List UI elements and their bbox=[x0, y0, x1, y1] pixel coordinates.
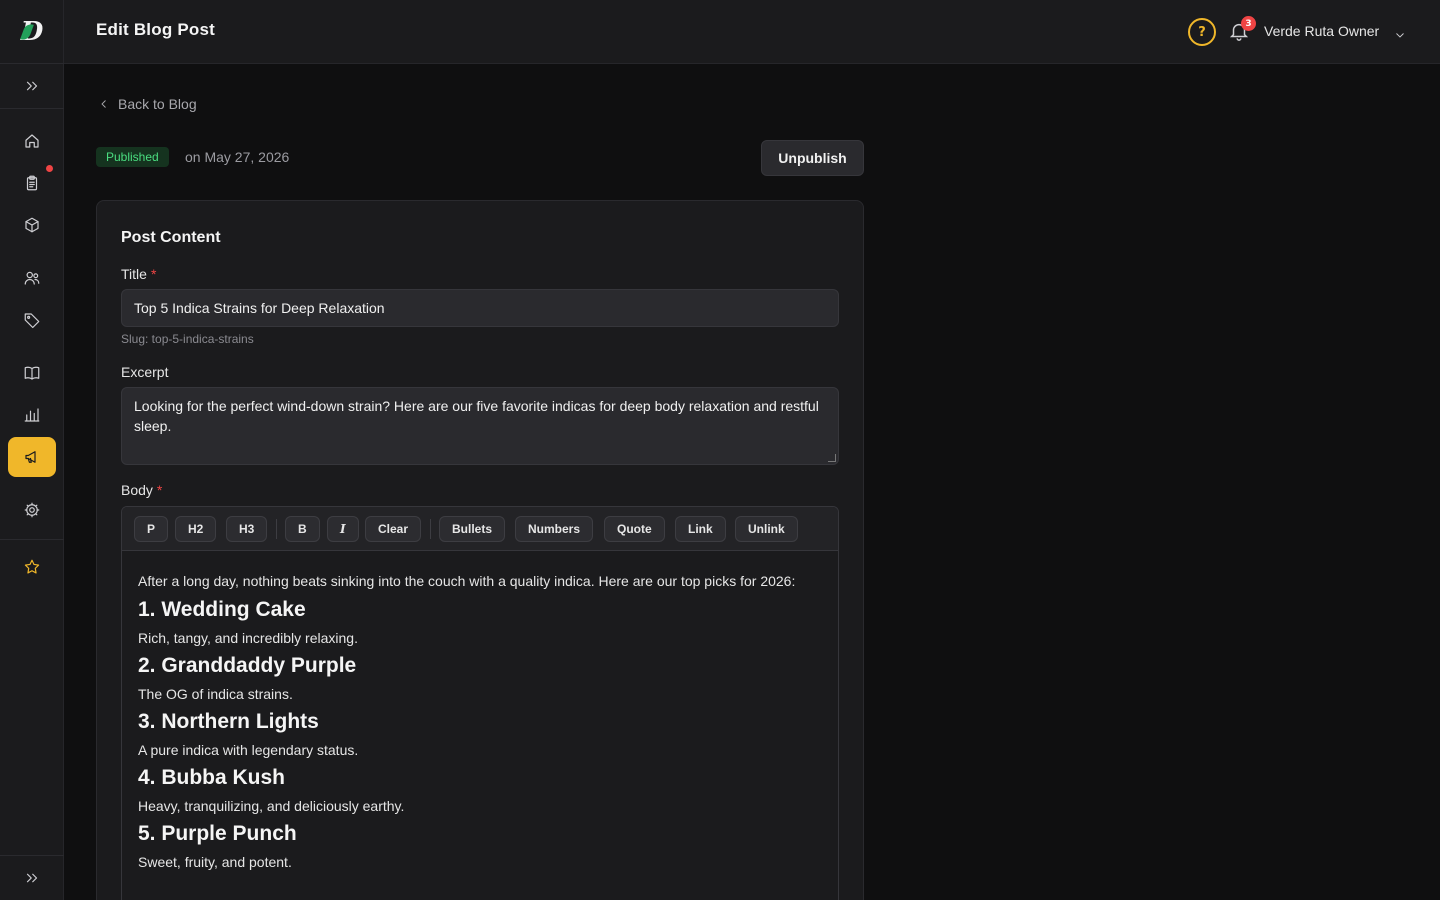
clipboard-icon bbox=[26, 175, 38, 191]
body-paragraph: Sweet, fruity, and potent. bbox=[138, 854, 292, 870]
body-paragraph: The OG of indica strains. bbox=[138, 686, 293, 702]
back-link-label: Back to Blog bbox=[118, 96, 197, 112]
chevrons-right-icon bbox=[26, 873, 38, 883]
body-heading: 2. Granddaddy Purple bbox=[138, 654, 357, 677]
toolbar-separator bbox=[430, 519, 431, 539]
heading2-button[interactable]: H2 bbox=[175, 516, 217, 542]
body-paragraph: A pure indica with legendary status. bbox=[138, 742, 359, 758]
collapse-sidebar-button[interactable] bbox=[8, 858, 56, 898]
notification-count-badge: 3 bbox=[1241, 16, 1256, 31]
back-to-blog-link[interactable]: Back to Blog bbox=[98, 96, 197, 112]
home-icon bbox=[25, 134, 39, 148]
required-marker: * bbox=[156, 482, 163, 498]
expand-sidebar-button[interactable] bbox=[8, 66, 56, 106]
editor-content[interactable]: After a long day, nothing beats sinking … bbox=[138, 567, 818, 875]
user-menu-name[interactable]: Verde Ruta Owner bbox=[1264, 23, 1379, 39]
clear-format-button[interactable]: Clear bbox=[365, 516, 422, 542]
sidebar-divider bbox=[0, 855, 64, 856]
users-icon bbox=[24, 271, 40, 285]
sidebar-item-settings[interactable] bbox=[8, 490, 56, 530]
excerpt-label: Excerpt bbox=[121, 364, 169, 380]
sidebar: D bbox=[0, 0, 64, 900]
body-label: Body * bbox=[121, 482, 162, 498]
sidebar-item-marketing[interactable] bbox=[8, 437, 56, 477]
sidebar-item-products[interactable] bbox=[8, 205, 56, 245]
body-heading: 3. Northern Lights bbox=[138, 710, 319, 733]
body-paragraph: Rich, tangy, and incredibly relaxing. bbox=[138, 630, 358, 646]
excerpt-textarea[interactable]: Looking for the perfect wind-down strain… bbox=[121, 387, 839, 465]
toolbar-separator bbox=[276, 519, 277, 539]
bullets-button[interactable]: Bullets bbox=[439, 516, 506, 542]
sidebar-item-home[interactable] bbox=[8, 121, 56, 161]
unlink-button[interactable]: Unlink bbox=[735, 516, 798, 542]
resize-handle[interactable] bbox=[828, 454, 836, 462]
title-input[interactable]: Top 5 Indica Strains for Deep Relaxation bbox=[121, 289, 839, 327]
sidebar-item-content[interactable] bbox=[8, 353, 56, 393]
slug-text: Slug: top-5-indica-strains bbox=[121, 332, 254, 346]
link-button[interactable]: Link bbox=[675, 516, 726, 542]
tag-icon bbox=[24, 313, 40, 329]
post-content-card: Post Content Title * Top 5 Indica Strains… bbox=[96, 200, 864, 900]
book-icon bbox=[24, 366, 40, 380]
excerpt-text: Looking for the perfect wind-down strain… bbox=[134, 398, 819, 434]
megaphone-icon bbox=[25, 451, 36, 463]
user-menu-toggle[interactable] bbox=[1394, 26, 1406, 45]
sidebar-divider bbox=[0, 108, 64, 109]
title-label: Title * bbox=[121, 266, 156, 282]
section-title: Post Content bbox=[121, 229, 221, 246]
help-icon: ? bbox=[1198, 24, 1206, 40]
editor-toolbar: P H2 H3 B I Clear Bullets Numbers Quote … bbox=[122, 507, 838, 551]
unpublish-button[interactable]: Unpublish bbox=[761, 140, 864, 176]
box-icon bbox=[25, 217, 39, 233]
sidebar-item-favorites[interactable] bbox=[8, 547, 56, 587]
chevron-down-icon bbox=[1396, 33, 1404, 38]
sidebar-item-promotions[interactable] bbox=[8, 300, 56, 340]
title-label-text: Title bbox=[121, 266, 147, 282]
gear-icon bbox=[24, 502, 40, 518]
body-label-text: Body bbox=[121, 482, 153, 498]
top-header: Edit Blog Post ? 3 Verde Ruta Owner bbox=[64, 0, 1440, 64]
sidebar-item-analytics[interactable] bbox=[8, 395, 56, 435]
body-heading: 5. Purple Punch bbox=[138, 822, 297, 845]
sidebar-item-customers[interactable] bbox=[8, 258, 56, 298]
page-title: Edit Blog Post bbox=[96, 20, 215, 39]
published-date: on May 27, 2026 bbox=[185, 149, 290, 165]
body-editor[interactable]: P H2 H3 B I Clear Bullets Numbers Quote … bbox=[121, 506, 839, 900]
heading3-button[interactable]: H3 bbox=[226, 516, 268, 542]
logo-mark: D bbox=[20, 16, 44, 47]
body-intro-paragraph: After a long day, nothing beats sinking … bbox=[138, 573, 796, 589]
quote-button[interactable]: Quote bbox=[604, 516, 665, 542]
orders-notification-dot bbox=[46, 165, 53, 172]
status-badge: Published bbox=[96, 147, 169, 167]
numbers-button[interactable]: Numbers bbox=[515, 516, 594, 542]
sidebar-divider bbox=[0, 539, 64, 540]
bar-chart-icon bbox=[24, 408, 40, 422]
bold-button[interactable]: B bbox=[285, 516, 320, 542]
chevron-left-icon bbox=[101, 100, 106, 108]
body-heading: 4. Bubba Kush bbox=[138, 766, 286, 789]
app-logo[interactable]: D bbox=[0, 0, 64, 64]
body-paragraph: Heavy, tranquilizing, and deliciously ea… bbox=[138, 798, 405, 814]
paragraph-button[interactable]: P bbox=[134, 516, 169, 542]
required-marker: * bbox=[150, 266, 157, 282]
help-button[interactable]: ? bbox=[1188, 18, 1216, 46]
body-heading: 1. Wedding Cake bbox=[138, 598, 306, 621]
chevrons-right-icon bbox=[26, 81, 38, 91]
italic-button[interactable]: I bbox=[327, 516, 359, 542]
star-icon bbox=[24, 559, 40, 574]
